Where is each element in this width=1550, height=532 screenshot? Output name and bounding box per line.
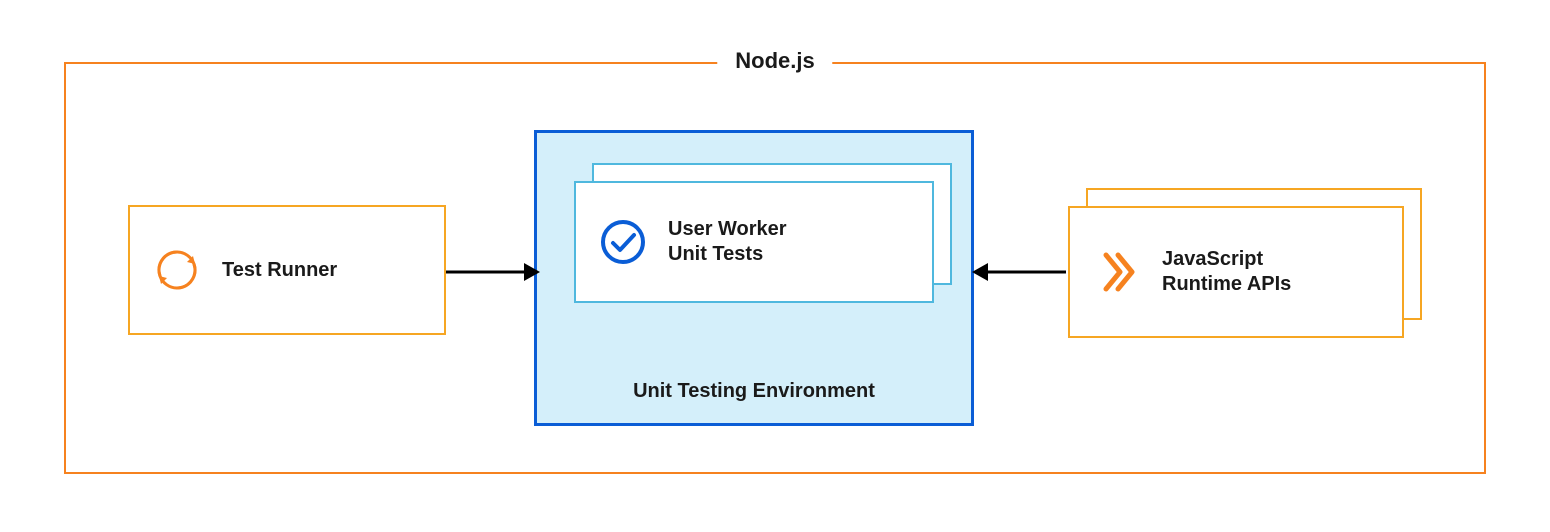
worker-tests-label: User Worker Unit Tests — [668, 217, 787, 267]
double-chevron-icon — [1090, 245, 1144, 299]
unit-testing-env-label: Unit Testing Environment — [537, 380, 971, 403]
runtime-apis-line1: JavaScript — [1162, 247, 1291, 272]
worker-tests-line1: User Worker — [668, 217, 787, 242]
runtime-apis-label: JavaScript Runtime APIs — [1162, 247, 1291, 297]
runtime-apis-stack: JavaScript Runtime APIs — [1068, 188, 1404, 320]
nodejs-label: Node.js — [717, 48, 832, 74]
worker-tests-stack: User Worker Unit Tests — [574, 163, 934, 285]
refresh-icon — [150, 243, 204, 297]
runtime-apis-card: JavaScript Runtime APIs — [1068, 206, 1404, 338]
runtime-apis-line2: Runtime APIs — [1162, 272, 1291, 297]
worker-tests-card: User Worker Unit Tests — [574, 181, 934, 303]
arrow-runtime-to-env — [972, 260, 1066, 262]
checkmark-circle-icon — [596, 215, 650, 269]
worker-tests-line2: Unit Tests — [668, 242, 787, 267]
arrow-test-runner-to-env — [446, 260, 540, 262]
unit-testing-environment: User Worker Unit Tests Unit Testing Envi… — [534, 130, 974, 426]
test-runner-label: Test Runner — [222, 258, 337, 283]
test-runner-card: Test Runner — [128, 205, 446, 335]
